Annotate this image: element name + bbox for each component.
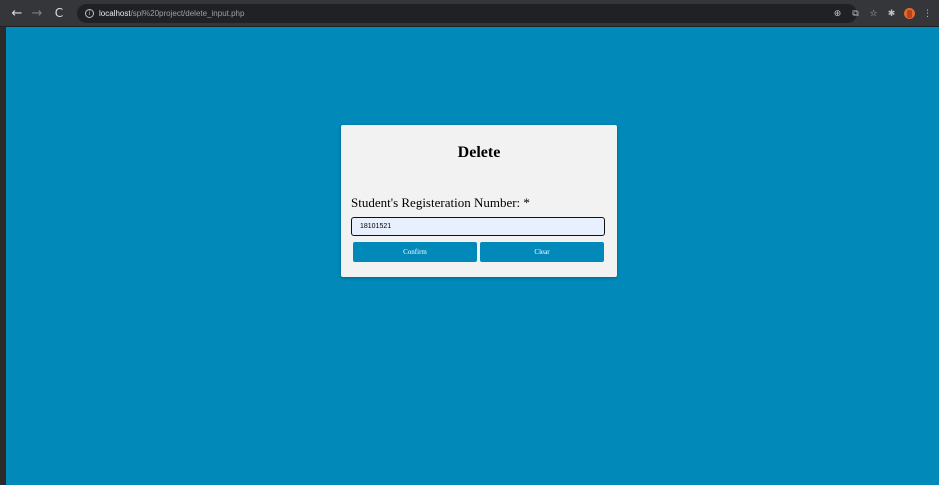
delete-form-card: Delete Student's Registeration Number: *… [341, 125, 617, 277]
address-bar[interactable]: i localhost/spl%20project/delete_input.p… [77, 3, 857, 23]
back-icon[interactable]: ← [7, 3, 27, 23]
form-title: Delete [457, 144, 501, 161]
confirm-button[interactable]: Confirm [353, 242, 477, 262]
toolbar-actions: ⊕ ⧉ ☆ ✱ ⋮ [832, 0, 933, 27]
registration-number-label: Student's Registeration Number: * [351, 195, 530, 210]
profile-avatar-icon[interactable] [904, 8, 915, 19]
info-icon[interactable]: i [85, 8, 94, 18]
zoom-icon[interactable]: ⊕ [832, 9, 843, 19]
registration-number-input[interactable] [351, 217, 605, 236]
menu-icon[interactable]: ⋮ [922, 9, 933, 19]
reload-icon[interactable]: C [49, 3, 69, 23]
url-path: /spl%20project/delete_input.php [130, 8, 245, 18]
clear-button[interactable]: Clear [480, 242, 604, 262]
url-host: localhost [99, 8, 131, 18]
forward-icon[interactable]: → [27, 3, 47, 23]
page-viewport: Delete Student's Registeration Number: *… [6, 27, 939, 485]
browser-toolbar: ← → C i localhost/spl%20project/delete_i… [0, 0, 939, 27]
bookmark-star-icon[interactable]: ☆ [868, 9, 879, 19]
extensions-icon[interactable]: ✱ [886, 9, 897, 19]
share-icon[interactable]: ⧉ [850, 9, 861, 19]
